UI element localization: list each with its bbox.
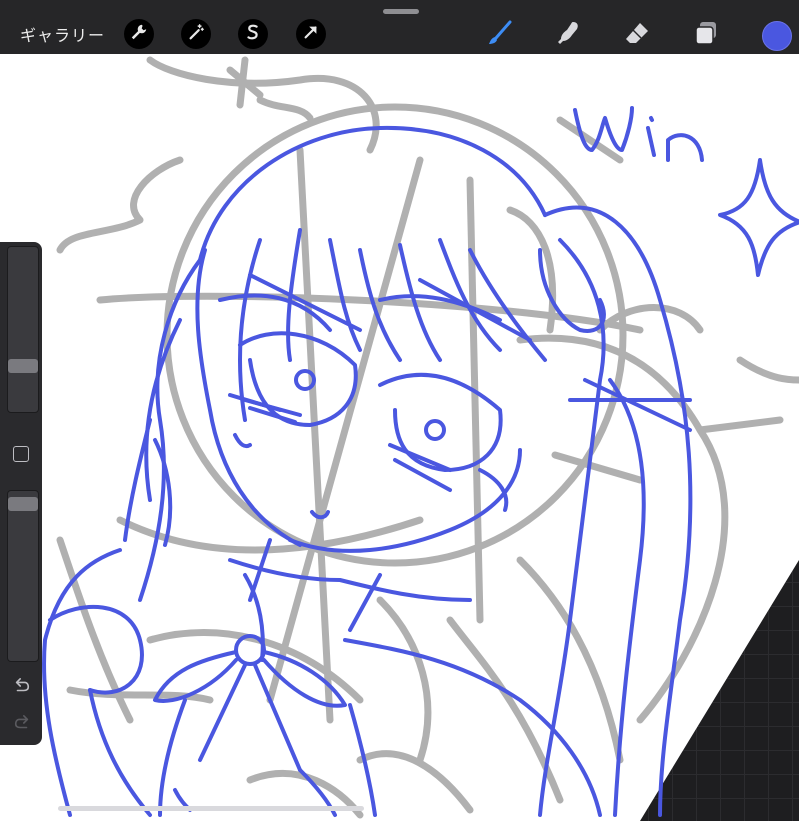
color-picker-button[interactable]	[762, 21, 792, 51]
selection-s-icon	[244, 23, 262, 45]
magic-wand-icon	[187, 23, 205, 45]
brush-icon	[486, 19, 514, 51]
selection-button[interactable]	[238, 19, 268, 49]
adjustments-button[interactable]	[181, 19, 211, 49]
transform-button[interactable]	[296, 19, 326, 49]
smudge-tool-button[interactable]	[552, 18, 586, 52]
eraser-icon	[623, 19, 651, 51]
modify-button[interactable]	[13, 446, 29, 462]
left-sidebar	[0, 242, 42, 745]
home-indicator[interactable]	[58, 806, 364, 811]
opacity-slider[interactable]	[7, 490, 39, 662]
redo-icon	[13, 714, 31, 736]
layers-button[interactable]	[689, 18, 723, 52]
brush-size-slider[interactable]	[7, 246, 39, 413]
undo-icon	[13, 677, 31, 699]
top-toolbar: ギャラリー	[0, 0, 799, 54]
smudge-finger-icon	[555, 19, 583, 51]
eraser-tool-button[interactable]	[620, 18, 654, 52]
redo-button[interactable]	[11, 714, 33, 736]
drawing-canvas[interactable]	[0, 0, 799, 821]
arrow-cursor-icon	[302, 23, 320, 45]
layers-icon	[692, 19, 720, 51]
wrench-icon	[130, 23, 148, 45]
opacity-slider-handle[interactable]	[8, 497, 38, 511]
undo-button[interactable]	[11, 677, 33, 699]
grabber-handle[interactable]	[383, 9, 419, 14]
gallery-button[interactable]: ギャラリー	[20, 22, 105, 46]
actions-button[interactable]	[124, 19, 154, 49]
brush-size-slider-handle[interactable]	[8, 359, 38, 373]
brush-tool-button[interactable]	[483, 18, 517, 52]
